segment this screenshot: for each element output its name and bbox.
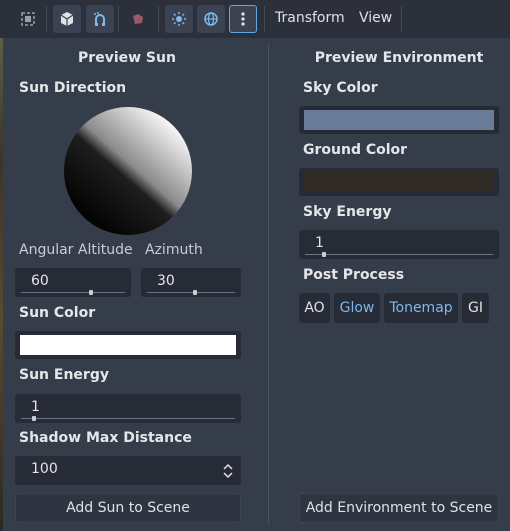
menu-view[interactable]: View — [359, 10, 392, 26]
angular-altitude-value: 60 — [31, 273, 49, 289]
azimuth-value: 30 — [157, 273, 175, 289]
ground-color-picker[interactable] — [299, 168, 499, 196]
sun-energy-value: 1 — [31, 399, 40, 415]
sun-energy-slider[interactable]: 1 — [15, 394, 241, 423]
add-sun-to-scene-button[interactable]: Add Sun to Scene — [15, 493, 241, 523]
more-options-icon[interactable] — [229, 5, 257, 33]
azimuth-grabber[interactable] — [193, 290, 198, 295]
menu-transform[interactable]: Transform — [275, 10, 345, 26]
sun-direction-label: Sun Direction — [19, 80, 127, 96]
sun-direction-sphere[interactable] — [63, 106, 193, 236]
post-process-label: Post Process — [303, 267, 405, 283]
ao-toggle[interactable]: AO — [299, 293, 330, 323]
azimuth-label: Azimuth — [145, 242, 203, 258]
sun-color-picker[interactable] — [15, 331, 241, 359]
shadow-max-distance-value: 100 — [31, 461, 58, 477]
sun-preview-icon[interactable] — [165, 5, 193, 33]
panel-divider — [268, 44, 269, 524]
environment-panel-title: Preview Environment — [314, 50, 484, 66]
sun-panel-title: Preview Sun — [78, 50, 176, 66]
tonemap-toggle[interactable]: Tonemap — [384, 293, 458, 323]
sky-color-picker[interactable] — [299, 106, 499, 134]
sun-energy-label: Sun Energy — [19, 367, 109, 383]
glow-toggle[interactable]: Glow — [334, 293, 380, 323]
add-environment-to-scene-button[interactable]: Add Environment to Scene — [299, 493, 499, 523]
azimuth-slider[interactable]: 30 — [141, 268, 241, 297]
angular-altitude-slider[interactable]: 60 — [15, 268, 131, 297]
shadow-max-distance-label: Shadow Max Distance — [19, 430, 192, 446]
sky-energy-grabber[interactable] — [321, 252, 326, 257]
cube-icon[interactable] — [53, 5, 81, 33]
sun-energy-grabber[interactable] — [32, 416, 37, 421]
environment-preview-icon[interactable] — [197, 5, 225, 33]
sun-energy-track — [21, 418, 235, 419]
sky-color-swatch — [304, 110, 494, 130]
angular-altitude-label: Angular Altitude — [19, 242, 133, 258]
ground-color-label: Ground Color — [303, 142, 408, 158]
sky-energy-slider[interactable]: 1 — [299, 230, 499, 259]
snap-icon[interactable] — [86, 5, 114, 33]
altitude-grabber[interactable] — [88, 290, 93, 295]
spinbox-arrows-icon[interactable] — [223, 463, 233, 479]
gi-toggle[interactable]: GI — [462, 293, 489, 323]
sun-color-swatch — [20, 335, 236, 355]
altitude-track — [21, 292, 125, 293]
sky-energy-value: 1 — [315, 235, 324, 251]
viewport-edge — [0, 0, 3, 531]
toolbar: Transform View — [0, 0, 510, 38]
sky-color-label: Sky Color — [303, 80, 378, 96]
azimuth-track — [147, 292, 235, 293]
sun-color-label: Sun Color — [19, 305, 96, 321]
camera-icon[interactable] — [124, 5, 152, 33]
select-icon[interactable] — [14, 5, 42, 33]
shadow-max-distance-spinbox[interactable]: 100 — [15, 456, 241, 485]
ground-color-swatch — [304, 172, 494, 192]
sky-energy-track — [305, 254, 493, 255]
sky-energy-label: Sky Energy — [303, 204, 392, 220]
